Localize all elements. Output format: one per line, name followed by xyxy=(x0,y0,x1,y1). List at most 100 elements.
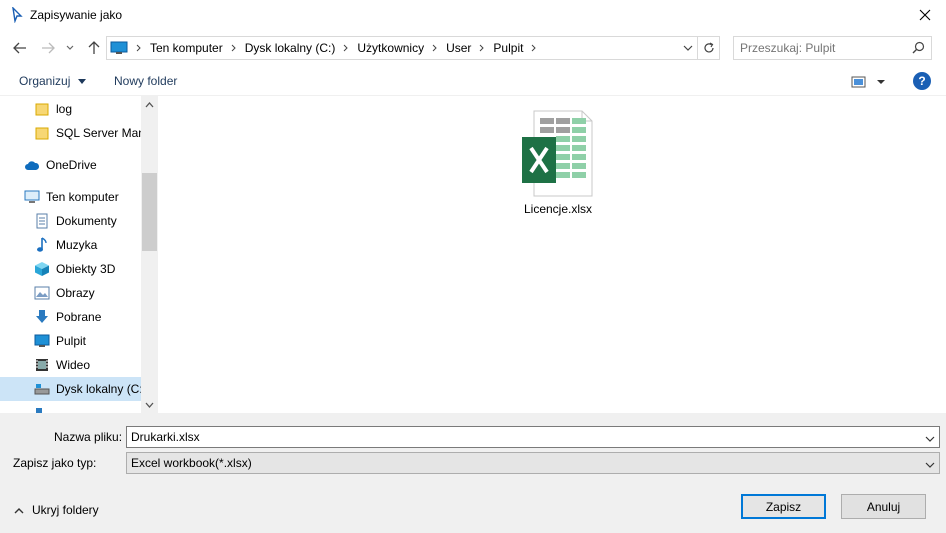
sidebar-item-label: Dokumenty xyxy=(56,214,117,228)
address-bar[interactable]: Ten komputer Dysk lokalny (C:) Użytkowni… xyxy=(106,36,698,60)
chevron-down-icon xyxy=(683,45,693,51)
up-button[interactable] xyxy=(84,38,104,58)
chevron-right-icon xyxy=(531,41,537,55)
breadcrumb-item[interactable]: Użytkownicy xyxy=(357,41,424,55)
organize-button[interactable]: Organizuj xyxy=(19,74,86,88)
chevron-right-icon xyxy=(432,41,438,55)
sidebar-item-3d-objects[interactable]: Obiekty 3D xyxy=(0,257,141,281)
music-icon xyxy=(34,237,50,253)
sidebar-item-partial xyxy=(0,404,141,413)
scroll-up-button[interactable] xyxy=(141,96,158,113)
search-box xyxy=(733,36,932,60)
close-button[interactable] xyxy=(910,2,940,28)
hide-folders-button[interactable]: Ukryj foldery xyxy=(14,503,99,517)
breadcrumb-item[interactable]: User xyxy=(446,41,471,55)
file-item[interactable]: Licencje.xlsx xyxy=(516,106,600,218)
chevron-up-icon xyxy=(145,101,154,107)
cloud-icon xyxy=(24,157,40,173)
chevron-right-icon xyxy=(231,41,237,55)
breadcrumb: Ten komputer Dysk lokalny (C:) Użytkowni… xyxy=(132,41,545,55)
filename-label: Nazwa pliku: xyxy=(54,430,123,444)
app-icon xyxy=(10,5,24,24)
search-icon[interactable] xyxy=(912,41,925,57)
title-bar: Zapisywanie jako xyxy=(0,0,946,30)
sidebar-item-this-pc[interactable]: Ten komputer xyxy=(0,185,141,209)
close-icon xyxy=(919,9,931,21)
command-toolbar: Organizuj Nowy folder ? xyxy=(0,66,946,96)
scroll-down-button[interactable] xyxy=(141,396,158,413)
chevron-down-icon xyxy=(925,436,935,442)
sidebar-item-label: Obrazy xyxy=(56,286,95,300)
window-title: Zapisywanie jako xyxy=(30,8,123,22)
computer-icon xyxy=(110,41,128,55)
breadcrumb-item[interactable]: Ten komputer xyxy=(150,41,223,55)
filename-input[interactable] xyxy=(131,429,911,445)
breadcrumb-item[interactable]: Dysk lokalny (C:) xyxy=(245,41,336,55)
save-button[interactable]: Zapisz xyxy=(741,494,826,519)
chevron-right-icon xyxy=(343,41,349,55)
sidebar-item-label: OneDrive xyxy=(46,158,97,172)
refresh-button[interactable] xyxy=(698,36,720,60)
arrow-left-icon xyxy=(13,42,26,54)
sidebar-item-label: Muzyka xyxy=(56,238,98,252)
desktop-icon xyxy=(34,333,50,349)
back-button[interactable] xyxy=(10,38,30,58)
filetype-select[interactable]: Excel workbook(*.xlsx) xyxy=(126,452,940,474)
organize-label: Organizuj xyxy=(19,74,71,88)
filetype-label: Zapisz jako typ: xyxy=(13,456,97,470)
folder-icon xyxy=(34,101,50,117)
filetype-value: Excel workbook(*.xlsx) xyxy=(131,456,252,470)
filename-combobox xyxy=(126,426,940,448)
arrow-up-icon xyxy=(88,41,100,54)
file-list[interactable]: Licencje.xlsx xyxy=(158,96,946,413)
sidebar-item-label: Pulpit xyxy=(56,334,87,348)
search-input[interactable] xyxy=(740,40,900,56)
sidebar-scrollbar[interactable] xyxy=(141,96,158,413)
hide-folders-label: Ukryj foldery xyxy=(32,503,99,517)
save-form: Nazwa pliku: Zapisz jako typ: Excel work… xyxy=(0,413,946,533)
sidebar-item-label: log xyxy=(56,102,73,116)
sidebar-item-label: Wideo xyxy=(56,358,91,372)
sidebar-item-videos[interactable]: Wideo xyxy=(0,353,141,377)
sidebar-item-local-disk[interactable]: Dysk lokalny (C:) xyxy=(0,377,141,401)
view-icon xyxy=(851,76,885,88)
cube-3d-icon xyxy=(34,261,50,277)
sidebar-item-log[interactable]: log xyxy=(0,97,141,121)
video-icon xyxy=(34,357,50,373)
documents-icon xyxy=(34,213,50,229)
sidebar-item-label: Dysk lokalny (C:) xyxy=(56,382,141,396)
cancel-button[interactable]: Anuluj xyxy=(841,494,926,519)
sidebar-item-desktop[interactable]: Pulpit xyxy=(0,329,141,353)
chevron-down-icon xyxy=(66,45,74,50)
sidebar-item-onedrive[interactable]: OneDrive xyxy=(0,153,141,177)
computer-icon xyxy=(24,189,40,205)
folder-icon xyxy=(34,125,50,141)
breadcrumb-item[interactable]: Pulpit xyxy=(493,41,523,55)
scroll-thumb[interactable] xyxy=(142,173,157,251)
sidebar-item-documents[interactable]: Dokumenty xyxy=(0,209,141,233)
chevron-right-icon xyxy=(136,41,142,55)
recent-locations-button[interactable] xyxy=(63,38,77,58)
sidebar-item-sql-server[interactable]: SQL Server Management xyxy=(0,121,141,145)
caret-down-icon xyxy=(77,79,86,85)
filename-dropdown-button[interactable] xyxy=(925,432,935,446)
forward-button[interactable] xyxy=(38,38,58,58)
sidebar-item-downloads[interactable]: Pobrane xyxy=(0,305,141,329)
new-folder-button[interactable]: Nowy folder xyxy=(114,74,177,88)
download-icon xyxy=(34,309,50,325)
address-dropdown-button[interactable] xyxy=(681,41,695,55)
sidebar-item-pictures[interactable]: Obrazy xyxy=(0,281,141,305)
chevron-up-icon xyxy=(14,507,24,513)
chevron-right-icon xyxy=(479,41,485,55)
drive-icon xyxy=(34,381,50,397)
chevron-down-icon xyxy=(925,458,935,472)
network-icon xyxy=(34,404,50,413)
view-options-button[interactable] xyxy=(851,74,891,90)
pictures-icon xyxy=(34,285,50,301)
sidebar-item-music[interactable]: Muzyka xyxy=(0,233,141,257)
sidebar-item-label: Ten komputer xyxy=(46,190,119,204)
chevron-down-icon xyxy=(145,402,154,408)
excel-file-icon xyxy=(522,110,593,197)
help-button[interactable]: ? xyxy=(913,72,931,90)
arrow-right-icon xyxy=(42,42,55,54)
